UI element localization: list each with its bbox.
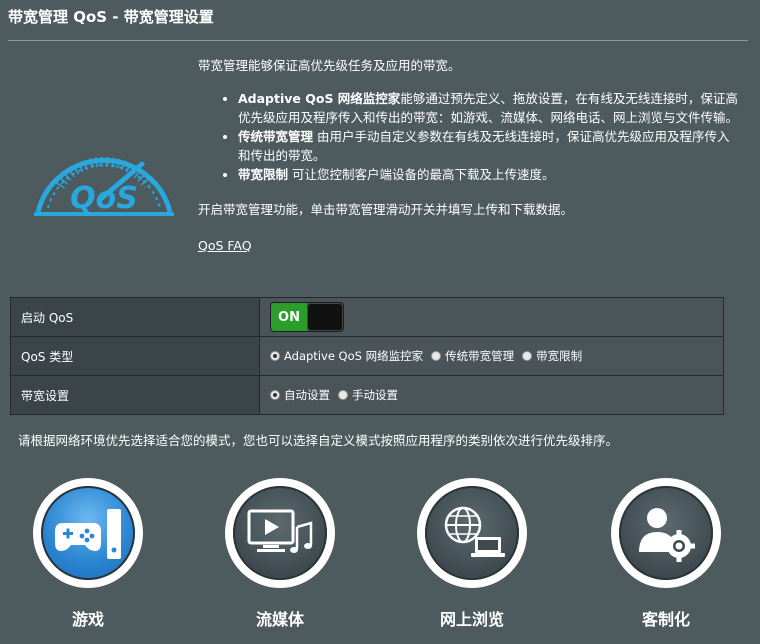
feature-adaptive-qos: Adaptive QoS 网络监控家能够通过预先定义、拖放设置，在有线及无线连接… — [238, 89, 738, 127]
qos-type-label: QoS 类型 — [10, 336, 260, 376]
radio-button[interactable] — [270, 351, 280, 361]
settings-row-enable: 启动 QoS ON — [10, 297, 724, 337]
qos-type-adaptive[interactable]: Adaptive QoS 网络监控家 — [270, 348, 423, 364]
mode-media-streaming[interactable]: 流媒体 — [220, 478, 340, 630]
page-title: 带宽管理 QoS - 带宽管理设置 — [8, 8, 214, 26]
mode-customize[interactable]: 客制化 — [606, 478, 726, 630]
radio-button[interactable] — [338, 390, 348, 400]
bandwidth-radio-group: 自动设置 手动设置 — [270, 387, 723, 403]
feature-list: Adaptive QoS 网络监控家能够通过预先定义、拖放设置，在有线及无线连接… — [198, 89, 738, 184]
mode-gaming[interactable]: 游戏 — [28, 478, 148, 630]
feature-desc: 可让您控制客户端设备的最高下载及上传速度。 — [288, 167, 555, 182]
radio-button[interactable] — [522, 351, 533, 361]
radio-label: 手动设置 — [352, 388, 398, 402]
toggle-on-label: ON — [271, 303, 307, 331]
enable-qos-toggle[interactable]: ON — [270, 302, 344, 332]
bandwidth-setting-label: 带宽设置 — [10, 375, 260, 415]
enable-qos-label: 启动 QoS — [10, 297, 260, 337]
customize-icon — [639, 508, 695, 562]
feature-title: Adaptive QoS 网络监控家 — [238, 91, 401, 106]
feature-title: 带宽限制 — [238, 167, 289, 182]
intro-section: 带宽管理能够保证高优先级任务及应用的带宽。 Adaptive QoS 网络监控家… — [198, 56, 738, 255]
radio-button[interactable] — [270, 390, 280, 400]
intro-text: 带宽管理能够保证高优先级任务及应用的带宽。 — [198, 58, 461, 73]
feature-traditional-qos: 传统带宽管理 由用户手动自定义参数在有线及无线连接时，保证高优先级应用及程序传入… — [238, 127, 738, 165]
toggle-knob[interactable] — [307, 303, 343, 331]
radio-button[interactable] — [431, 351, 442, 361]
mode-web-button[interactable] — [417, 478, 527, 588]
settings-row-type: QoS 类型 Adaptive QoS 网络监控家 传统带宽管理 带宽限制 — [10, 336, 724, 376]
mode-media-button[interactable] — [225, 478, 335, 588]
feature-title: 传统带宽管理 — [238, 129, 314, 144]
bandwidth-setting-cell: 自动设置 手动设置 — [259, 375, 724, 415]
qos-settings-table: 启动 QoS ON QoS 类型 Adaptive QoS 网络监控家 传统带宽… — [10, 297, 724, 415]
mode-web-label: 网上浏览 — [439, 610, 504, 629]
enable-instructions: 开启带宽管理功能，单击带宽管理滑动开关并填写上传和下载数据。 — [198, 202, 574, 217]
web-browsing-icon — [444, 506, 505, 557]
bandwidth-auto[interactable]: 自动设置 — [270, 387, 330, 403]
media-icon — [247, 509, 313, 553]
title-divider — [8, 40, 748, 41]
qos-type-limiter[interactable]: 带宽限制 — [522, 348, 582, 364]
gamepad-icon — [55, 509, 121, 559]
qos-type-cell: Adaptive QoS 网络监控家 传统带宽管理 带宽限制 — [259, 336, 724, 376]
mode-gaming-button[interactable] — [33, 478, 143, 588]
radio-label: 自动设置 — [284, 388, 330, 402]
mode-gaming-label: 游戏 — [71, 610, 104, 629]
radio-label: Adaptive QoS 网络监控家 — [284, 349, 424, 363]
mode-media-label: 流媒体 — [255, 610, 304, 629]
radio-label: 传统带宽管理 — [445, 349, 515, 363]
qos-speedometer-icon: QoS — [34, 156, 174, 216]
mode-customize-label: 客制化 — [641, 610, 690, 629]
mode-web-browsing[interactable]: 网上浏览 — [412, 478, 532, 630]
enable-qos-cell: ON — [259, 297, 724, 337]
mode-customize-button[interactable] — [611, 478, 721, 588]
mode-hint-text: 请根据网络环境优先选择适合您的模式，您也可以选择自定义模式按照应用程序的类别依次… — [18, 433, 619, 448]
qos-logo-text: QoS — [70, 181, 138, 216]
qos-type-traditional[interactable]: 传统带宽管理 — [431, 348, 514, 364]
qos-faq-link[interactable]: QoS FAQ — [198, 236, 252, 255]
qos-type-radio-group: Adaptive QoS 网络监控家 传统带宽管理 带宽限制 — [270, 348, 723, 364]
bandwidth-manual[interactable]: 手动设置 — [338, 387, 398, 403]
feature-bandwidth-limiter: 带宽限制 可让您控制客户端设备的最高下载及上传速度。 — [238, 165, 738, 184]
settings-row-bandwidth: 带宽设置 自动设置 手动设置 — [10, 375, 724, 415]
radio-label: 带宽限制 — [536, 349, 583, 363]
